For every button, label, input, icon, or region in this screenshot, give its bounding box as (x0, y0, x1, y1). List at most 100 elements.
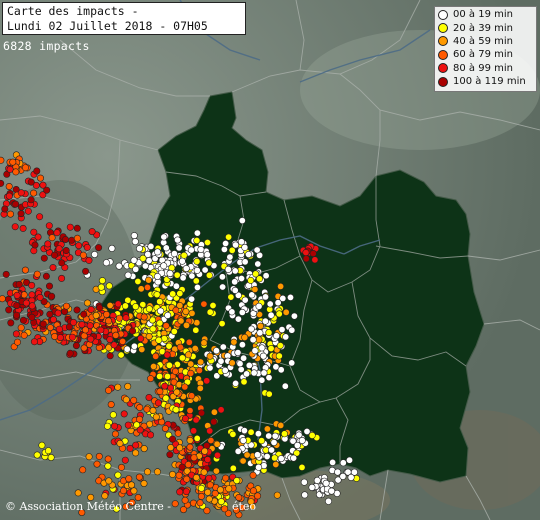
impact-dot (27, 196, 35, 204)
impact-dot (191, 344, 199, 352)
impact-dot (130, 232, 138, 240)
impact-dot (44, 240, 52, 248)
impact-dot (201, 266, 209, 274)
impact-dot (210, 418, 218, 426)
impact-dot (2, 270, 10, 278)
impact-dot (234, 349, 242, 357)
impact-dot (263, 452, 271, 460)
impact-dot (328, 487, 336, 495)
impact-dot (303, 427, 311, 435)
impact-dot (186, 436, 194, 444)
impact-dot (17, 210, 25, 218)
copyright-credit: © Association Météo Centre - (5, 500, 171, 513)
impact-dot (205, 271, 213, 279)
impact-dot (251, 347, 259, 355)
impact-dot (258, 437, 266, 445)
legend-item: 80 à 99 min (438, 62, 533, 75)
impact-dot (271, 454, 279, 462)
impact-dot (231, 267, 239, 275)
impact-dot (300, 478, 308, 486)
impact-dot (174, 236, 182, 244)
impact-dot (298, 436, 306, 444)
impact-dot (254, 451, 262, 459)
impact-dot (101, 492, 109, 500)
impact-dot (200, 339, 208, 347)
impact-dot (188, 392, 196, 400)
impact-dot (237, 365, 245, 373)
impact-dot (214, 451, 222, 459)
impact-dot (164, 311, 172, 319)
impact-dot (243, 451, 251, 459)
legend-label: 40 à 59 min (453, 35, 513, 47)
impact-dot (177, 317, 185, 325)
impact-dot (106, 301, 114, 309)
impact-dot (161, 382, 169, 390)
impact-dot (265, 374, 273, 382)
impact-dot (209, 301, 217, 309)
impact-dot (196, 499, 204, 507)
impact-dot (141, 262, 149, 270)
impact-dot (44, 447, 52, 455)
impact-dot (137, 285, 145, 293)
impact-dot (245, 251, 253, 259)
impact-dot (106, 352, 114, 360)
impact-dot (36, 293, 44, 301)
impact-dot (147, 431, 155, 439)
impact-dot (7, 210, 15, 218)
impact-dot (114, 471, 122, 479)
impact-dot (132, 265, 140, 273)
impact-dot (265, 432, 273, 440)
impact-dot (105, 317, 113, 325)
impact-dot (24, 207, 32, 215)
impact-dot (174, 429, 182, 437)
impact-dot (221, 505, 229, 513)
impact-dot (33, 270, 41, 278)
impact-dot (20, 331, 28, 339)
impact-dot (30, 247, 38, 255)
impact-dot (272, 460, 280, 468)
impact-dot (30, 338, 38, 346)
impact-dot (228, 308, 236, 316)
impact-dot (192, 416, 200, 424)
impact-dot (21, 164, 29, 172)
impact-dot (218, 320, 226, 328)
impact-dot (122, 396, 130, 404)
impact-dot (178, 463, 186, 471)
impact-dot (164, 372, 172, 380)
impact-dot (190, 454, 198, 462)
impact-dot (198, 409, 206, 417)
impact-dot (130, 256, 138, 264)
impact-dot (134, 277, 142, 285)
impact-dot (124, 382, 132, 390)
impact-dot (167, 384, 175, 392)
impact-dot (30, 228, 38, 236)
impact-dot (138, 345, 146, 353)
impact-dot (228, 359, 236, 367)
impact-dot (255, 275, 263, 283)
legend-label: 80 à 99 min (453, 62, 513, 74)
impact-dot (31, 241, 39, 249)
impact-dot (104, 455, 112, 463)
impact-dot (233, 477, 241, 485)
impact-dot (9, 158, 17, 166)
impact-dot (185, 338, 193, 346)
impact-dot (55, 325, 63, 333)
impact-dot (196, 384, 204, 392)
impact-dot (45, 282, 53, 290)
impact-dot (130, 487, 138, 495)
impact-dot (145, 276, 153, 284)
impact-dot (92, 311, 100, 319)
impact-dot (147, 242, 155, 250)
impact-dot (172, 282, 180, 290)
impact-dot (193, 257, 201, 265)
impact-dot (251, 285, 259, 293)
impact-dot (334, 468, 342, 476)
impact-dot (182, 488, 190, 496)
legend-item: 100 à 119 min (438, 75, 533, 88)
impact-dot (238, 341, 246, 349)
impact-dot (85, 453, 93, 461)
impact-dot (66, 223, 74, 231)
impact-dot (157, 307, 165, 315)
impact-dot (79, 466, 87, 474)
impact-dot (139, 254, 147, 262)
